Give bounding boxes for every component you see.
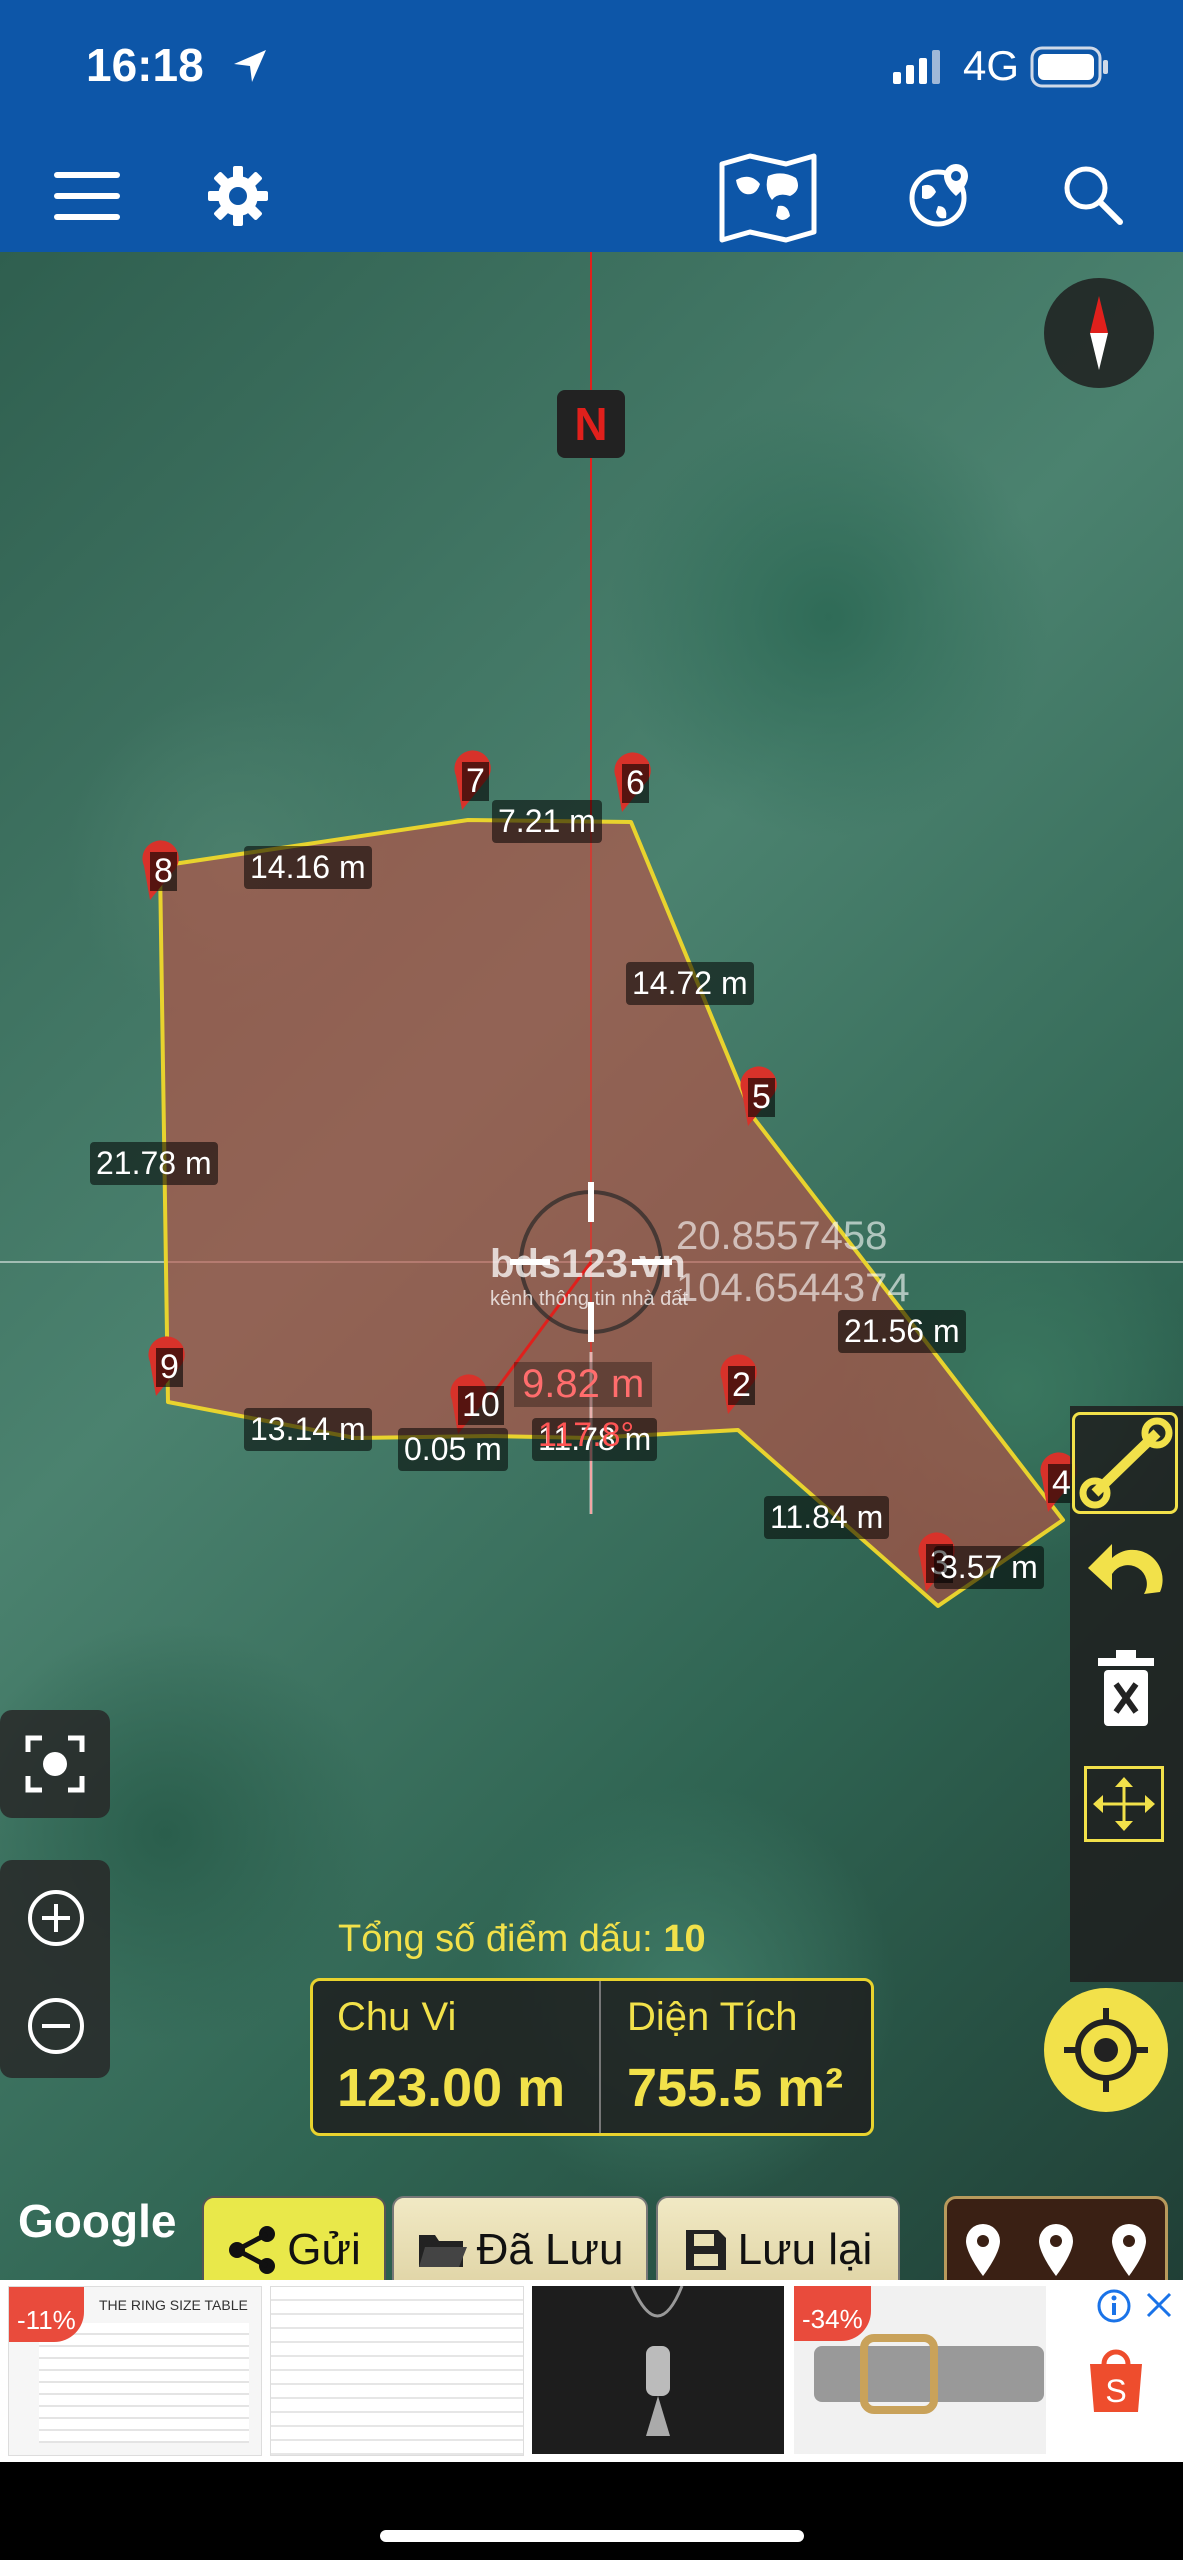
segment-length: 21.56 m bbox=[838, 1310, 966, 1353]
shopping-bag-icon[interactable]: S bbox=[1086, 2346, 1146, 2414]
floppy-disk-icon bbox=[685, 2230, 726, 2270]
polygon-mode-button[interactable] bbox=[1072, 1412, 1178, 1514]
undo-icon[interactable] bbox=[1082, 1532, 1172, 1612]
pendant-product-image bbox=[630, 2285, 684, 2436]
size-table-image bbox=[39, 2323, 249, 2443]
status-bar: 16:18 4G bbox=[0, 0, 1183, 140]
watermark: bds123.vn bbox=[490, 1242, 686, 1286]
segment-length: 11.84 m bbox=[764, 1496, 890, 1539]
locate-me-button[interactable] bbox=[1044, 1988, 1168, 2112]
location-arrow-icon bbox=[234, 50, 266, 82]
top-toolbar bbox=[0, 140, 1183, 252]
discount-badge: -34% bbox=[794, 2286, 871, 2341]
network-type: 4G bbox=[963, 42, 1020, 89]
fit-bounds-button[interactable] bbox=[1084, 1766, 1164, 1842]
ad-card[interactable] bbox=[270, 2286, 524, 2456]
save-label: Lưu lại bbox=[737, 2225, 873, 2274]
folder-icon bbox=[418, 2235, 467, 2267]
saved-label: Đã Lưu bbox=[476, 2225, 624, 2274]
segment-length: 3.57 m bbox=[934, 1546, 1044, 1589]
search-icon[interactable] bbox=[1062, 164, 1124, 226]
perimeter-label: Chu Vi bbox=[337, 1995, 457, 2039]
svg-text:S: S bbox=[1105, 2373, 1126, 2409]
expand-arrows-icon bbox=[1093, 1777, 1155, 1831]
crosshair-gps-icon bbox=[1064, 2008, 1148, 2092]
segment-length: 13.14 m bbox=[244, 1408, 372, 1451]
right-toolbar bbox=[1070, 1406, 1183, 1982]
share-icon bbox=[229, 2226, 276, 2274]
total-points-value: 10 bbox=[663, 1918, 706, 1960]
segment-length: 0.05 m bbox=[398, 1428, 508, 1471]
zoom-in-icon[interactable] bbox=[26, 1888, 86, 1948]
map-pin-icon bbox=[966, 2224, 1001, 2276]
ad-banner[interactable]: THE RING SIZE TABLE -11% -34% S bbox=[0, 2280, 1183, 2462]
signal-icon bbox=[893, 50, 940, 84]
satellite-map[interactable]: N 7 6 8 5 9 2 10 4 3 7.21 m 14.16 m 14.7… bbox=[0, 252, 1183, 2280]
compass-button[interactable] bbox=[1044, 278, 1154, 388]
perimeter-value: 123.00 m bbox=[337, 2058, 566, 2118]
point-marker[interactable]: 5 bbox=[734, 1066, 784, 1135]
focus-frame-icon bbox=[25, 1735, 85, 1793]
map-pin-icon bbox=[1111, 2224, 1146, 2276]
home-indicator-area bbox=[0, 2462, 1183, 2560]
total-points-label: Tổng số điểm dấu: bbox=[338, 1918, 653, 1960]
segment-length: 14.72 m bbox=[626, 962, 754, 1005]
screenshot-button[interactable] bbox=[0, 1710, 110, 1818]
menu-icon[interactable] bbox=[52, 166, 124, 226]
measurement-summary: Chu Vi 123.00 m Diện Tích 755.5 m² bbox=[310, 1978, 874, 2136]
area-value: 755.5 m² bbox=[627, 2058, 844, 2118]
segment-length: 21.78 m bbox=[90, 1142, 218, 1185]
ad-card[interactable]: -34% bbox=[794, 2286, 1046, 2454]
map-pin-icon bbox=[1038, 2224, 1073, 2276]
area-label: Diện Tích bbox=[627, 1995, 798, 2039]
globe-pin-icon[interactable] bbox=[908, 162, 974, 228]
zoom-out-icon[interactable] bbox=[26, 1996, 86, 2056]
ad-card-title: THE RING SIZE TABLE bbox=[99, 2297, 248, 2313]
settings-icon[interactable] bbox=[206, 164, 270, 228]
point-marker[interactable]: 6 bbox=[608, 752, 658, 821]
segment-length: 14.16 m bbox=[244, 846, 372, 889]
north-marker: N bbox=[557, 390, 625, 458]
path-line-icon bbox=[1079, 1417, 1173, 1509]
point-marker[interactable]: 7 bbox=[448, 750, 498, 819]
watermark-subtitle: kênh thông tin nhà đất bbox=[490, 1288, 688, 1310]
current-angle: 117.8° bbox=[538, 1416, 635, 1454]
ad-card[interactable]: THE RING SIZE TABLE -11% bbox=[8, 2286, 262, 2456]
latitude: 20.8557458 bbox=[676, 1214, 888, 1258]
compass-icon bbox=[1090, 296, 1108, 370]
segment-length: 7.21 m bbox=[492, 800, 602, 843]
zoom-controls bbox=[0, 1860, 110, 2078]
ad-close-icon[interactable] bbox=[1142, 2288, 1176, 2322]
total-points: Tổng số điểm dấu: 10 bbox=[338, 1918, 706, 1961]
home-indicator[interactable] bbox=[380, 2530, 804, 2542]
point-marker[interactable]: 9 bbox=[142, 1336, 192, 1405]
trash-icon[interactable] bbox=[1094, 1648, 1158, 1728]
send-label: Gửi bbox=[287, 2225, 361, 2274]
google-logo: Google bbox=[18, 2195, 177, 2247]
point-marker[interactable]: 8 bbox=[136, 840, 186, 909]
world-map-icon[interactable] bbox=[716, 150, 820, 246]
land-parcel-polygon bbox=[158, 818, 1065, 1608]
ad-info-icon[interactable] bbox=[1096, 2288, 1132, 2324]
status-time: 16:18 bbox=[86, 39, 204, 91]
battery-icon bbox=[1030, 46, 1108, 88]
point-marker[interactable]: 2 bbox=[714, 1354, 764, 1423]
discount-badge: -11% bbox=[9, 2287, 84, 2342]
longitude: 104.6544374 bbox=[676, 1266, 910, 1310]
ad-card[interactable] bbox=[532, 2285, 784, 2454]
current-distance: 9.82 m bbox=[514, 1362, 653, 1407]
